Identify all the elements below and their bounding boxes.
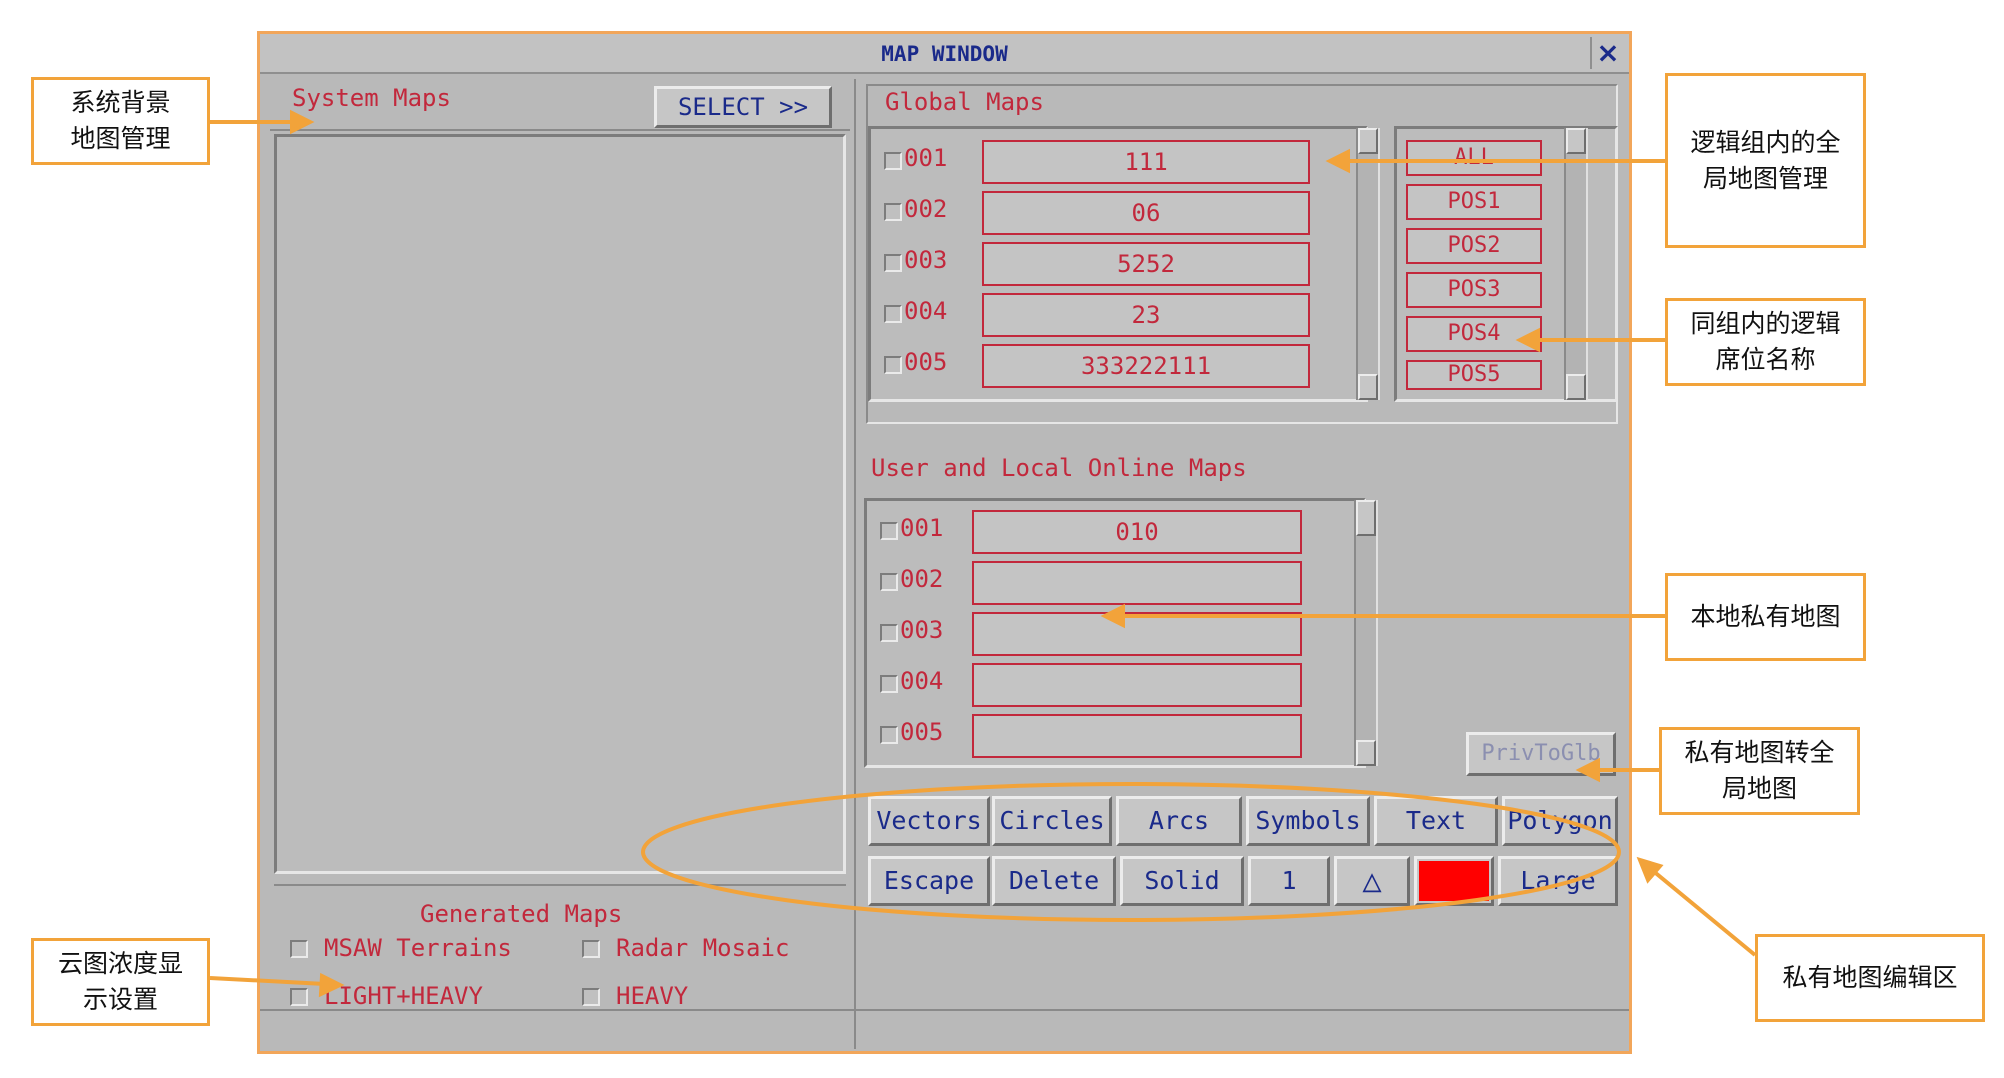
arrowhead bbox=[1515, 327, 1540, 353]
arrow-line bbox=[209, 976, 326, 986]
callout-local-private: 本地私有地图 bbox=[1665, 573, 1866, 661]
arrowhead bbox=[290, 109, 315, 135]
callout-positions: 同组内的逻辑 席位名称 bbox=[1665, 298, 1866, 386]
callout-cloud: 云图浓度显 示设置 bbox=[31, 938, 210, 1026]
arrowhead bbox=[1575, 757, 1600, 783]
arrowhead bbox=[318, 972, 345, 998]
callout-global-mgmt: 逻辑组内的全 局地图管理 bbox=[1665, 73, 1866, 248]
callout-edit-area: 私有地图编辑区 bbox=[1755, 934, 1985, 1022]
callout-system-bg: 系统背景 地图管理 bbox=[31, 77, 210, 165]
arrowhead bbox=[1325, 148, 1350, 174]
edit-area-ellipse bbox=[641, 782, 1621, 922]
arrowhead bbox=[1636, 856, 1664, 884]
callout-priv-to-global: 私有地图转全 局地图 bbox=[1659, 727, 1860, 815]
arrowhead bbox=[1100, 603, 1125, 629]
arrow-line bbox=[1650, 868, 1757, 957]
